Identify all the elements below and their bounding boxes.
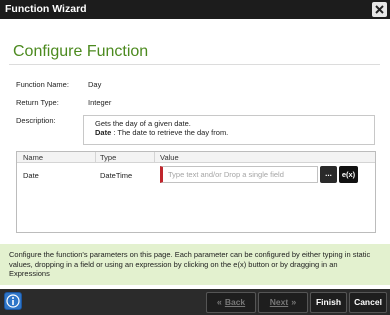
close-icon[interactable] (372, 2, 387, 17)
column-separator[interactable] (95, 152, 96, 163)
function-name-value: Day (88, 80, 102, 89)
double-chevron-left-icon: « (216, 297, 222, 307)
expression-button[interactable]: e(x) (339, 166, 358, 183)
column-separator[interactable] (154, 152, 155, 163)
column-header-name[interactable]: Name (23, 153, 43, 162)
table-header: Name Type Value (17, 152, 375, 163)
title-bar: Function Wizard (0, 0, 390, 19)
parameters-table: Name Type Value Date DateTime ... e(x) (16, 151, 376, 233)
description-param-line: Date : The date to retrieve the day from… (95, 128, 374, 137)
column-header-value[interactable]: Value (160, 153, 179, 162)
next-label: Next (269, 297, 289, 307)
window-title: Function Wizard (5, 3, 87, 15)
cancel-button[interactable]: Cancel (349, 292, 387, 313)
description-param-name: Date (95, 128, 112, 137)
param-type-cell: DateTime (100, 171, 133, 180)
info-icon[interactable] (4, 292, 22, 310)
page-title: Configure Function (13, 43, 149, 60)
finish-label: Finish (315, 297, 342, 307)
column-header-type[interactable]: Type (100, 153, 116, 162)
return-type-label: Return Type: (16, 98, 59, 107)
function-name-label: Function Name: (16, 80, 69, 89)
param-value-input[interactable] (163, 167, 317, 182)
help-panel: Configure the function's parameters on t… (0, 244, 390, 285)
description-box: Gets the day of a given date. Date : The… (83, 115, 375, 145)
footer-bar: «Back Next» Finish Cancel (0, 289, 390, 315)
back-label: Back (224, 297, 246, 307)
back-button[interactable]: «Back (206, 292, 256, 313)
return-type-value: Integer (88, 98, 112, 107)
description-param-text: : The date to retrieve the day from. (111, 128, 229, 137)
double-chevron-right-icon: » (291, 297, 297, 307)
help-text: Configure the function's parameters on t… (9, 250, 371, 278)
cancel-label: Cancel (354, 297, 382, 307)
description-label: Description: (16, 116, 56, 125)
param-value-field[interactable] (160, 166, 318, 183)
description-line: Gets the day of a given date. (95, 119, 191, 128)
param-name-cell: Date (23, 171, 39, 180)
finish-button[interactable]: Finish (310, 292, 347, 313)
browse-button[interactable]: ... (320, 166, 337, 183)
next-button[interactable]: Next» (258, 292, 308, 313)
divider (9, 64, 380, 65)
